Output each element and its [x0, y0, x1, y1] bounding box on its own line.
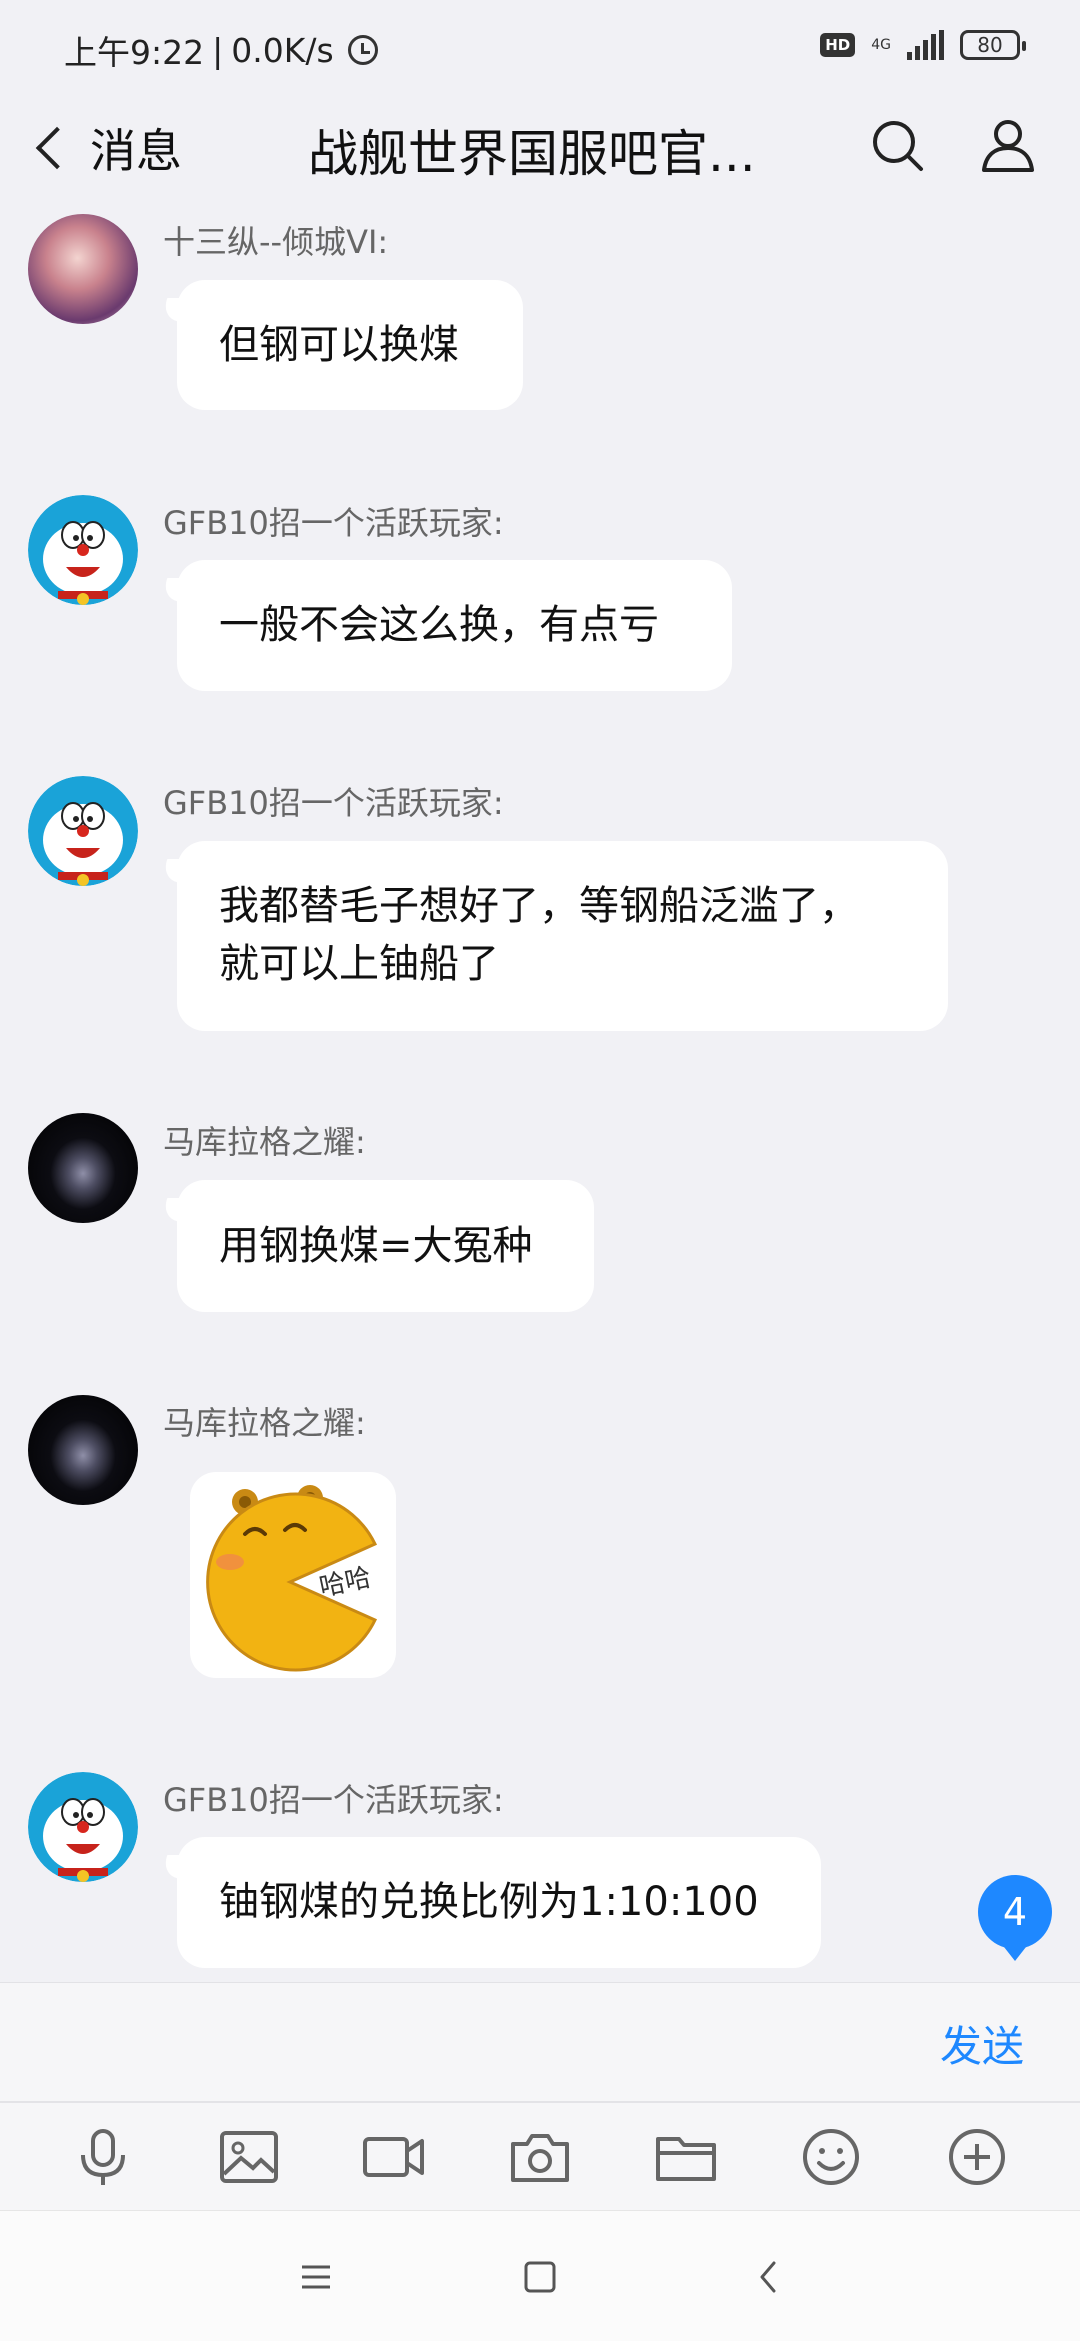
system-nav-bar [0, 2210, 1080, 2341]
sender-name: GFB10招一个活跃玩家: [163, 504, 504, 542]
network-type: 4G [871, 37, 891, 53]
avatar[interactable] [28, 1395, 138, 1505]
net-speed: 0.0K/s [231, 30, 334, 70]
avatar[interactable] [28, 495, 138, 605]
status-right: HD 4G 80 [820, 30, 1026, 60]
person-icon[interactable] [976, 114, 1040, 178]
hd-badge: HD [820, 33, 856, 57]
input-area: 发送 [0, 1982, 1080, 2211]
folder-icon[interactable] [651, 2122, 721, 2192]
input-toolbar [0, 2103, 1080, 2211]
separator: | [212, 30, 224, 70]
message-bubble[interactable]: 但钢可以换煤 [177, 280, 523, 410]
emoji-icon[interactable] [796, 2122, 866, 2192]
message-bubble[interactable]: 用钢换煤=大冤种 [177, 1180, 594, 1312]
menu-icon[interactable] [290, 2251, 342, 2303]
avatar[interactable] [28, 214, 138, 324]
avatar[interactable] [28, 1113, 138, 1223]
search-icon[interactable] [866, 114, 930, 178]
plus-icon[interactable] [942, 2122, 1012, 2192]
message-line: 我都替毛子想好了，等钢船泛滥了， [219, 883, 859, 929]
back-label: 消息 [90, 124, 182, 178]
back-nav-icon[interactable] [742, 2251, 794, 2303]
message-line: 就可以上铀船了 [219, 941, 499, 987]
video-icon[interactable] [359, 2122, 429, 2192]
clock: 上午9:22 [64, 33, 205, 72]
status-bar: 上午9:22 | 0.0K/s HD 4G 80 [0, 0, 1080, 96]
unread-count-badge[interactable]: 4 [978, 1875, 1052, 1961]
sender-name: 马库拉格之耀: [163, 1404, 366, 1442]
status-left: 上午9:22 | 0.0K/s [64, 26, 378, 74]
sticker-image[interactable]: 哈哈 [190, 1472, 396, 1678]
battery-icon: 80 [960, 30, 1026, 60]
sender-name: GFB10招一个活跃玩家: [163, 784, 504, 822]
message-bubble[interactable]: 一般不会这么换，有点亏 [177, 560, 732, 691]
sender-name: 马库拉格之耀: [163, 1123, 366, 1161]
sender-name: 十三纵--倾城VI: [163, 223, 389, 261]
message-bubble[interactable]: 铀钢煤的兑换比例为1:10:100 [177, 1837, 821, 1968]
send-button[interactable]: 发送 [940, 2013, 1024, 2074]
signal-icon [907, 30, 944, 60]
back-arrow-icon [35, 126, 79, 170]
alarm-icon [347, 35, 378, 65]
microphone-icon[interactable] [68, 2122, 138, 2192]
battery-level: 80 [977, 33, 1003, 57]
avatar[interactable] [28, 1772, 138, 1882]
back-button[interactable]: 消息 [28, 116, 182, 180]
home-icon[interactable] [514, 2251, 566, 2303]
image-icon[interactable] [214, 2122, 284, 2192]
sticker-text: 哈哈 [317, 1563, 374, 1603]
chat-header: 消息 战舰世界国服吧官... [0, 96, 1080, 200]
message-bubble[interactable]: 我都替毛子想好了，等钢船泛滥了， 就可以上铀船了 [177, 841, 948, 1031]
avatar[interactable] [28, 776, 138, 886]
camera-icon[interactable] [505, 2122, 575, 2192]
sender-name: GFB10招一个活跃玩家: [163, 1781, 504, 1819]
page-title: 战舰世界国服吧官... [308, 125, 756, 183]
